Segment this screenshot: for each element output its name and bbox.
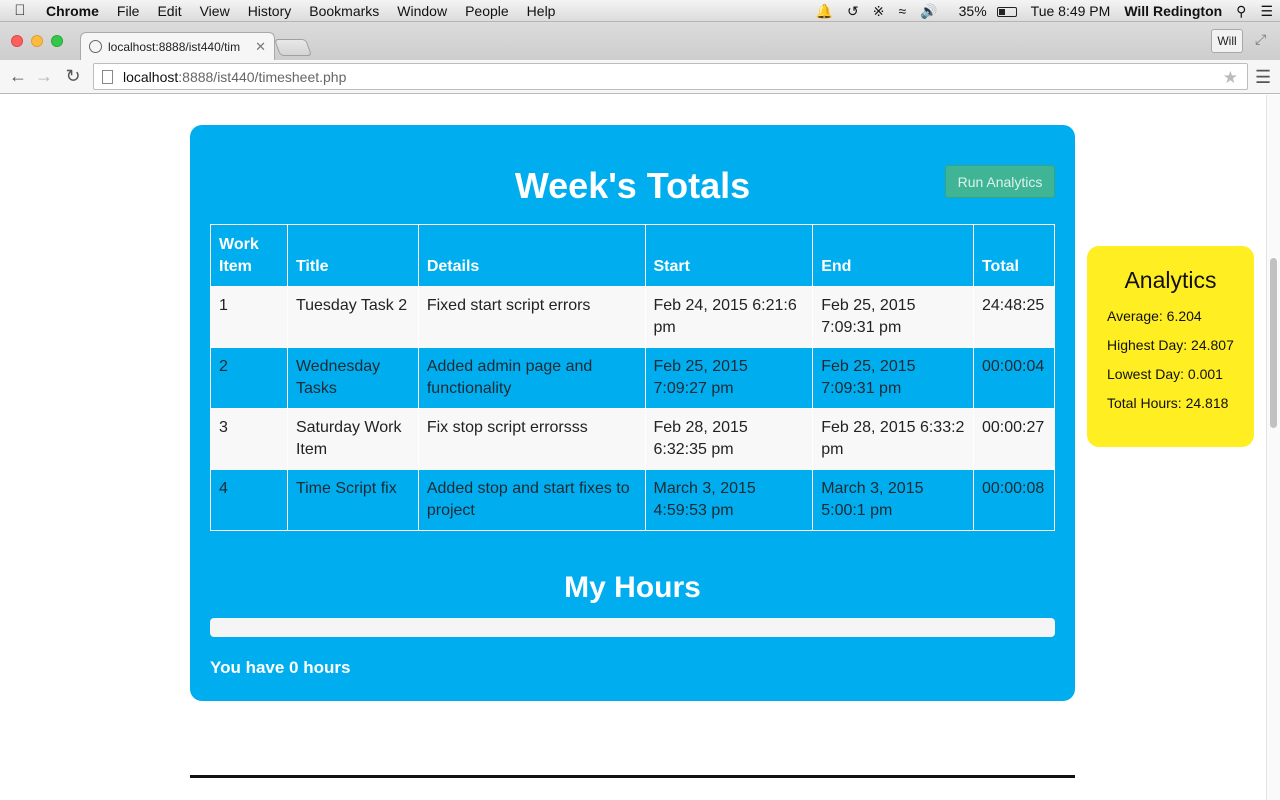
- menu-window[interactable]: Window: [388, 3, 456, 19]
- analytics-average: Average: 6.204: [1107, 308, 1202, 324]
- cell-title: Tuesday Task 2: [286, 286, 419, 348]
- user-name[interactable]: Will Redington: [1117, 3, 1229, 19]
- cell-start: March 3, 2015 4:59:53 pm: [644, 469, 814, 531]
- horizontal-divider: [190, 775, 1075, 778]
- fullscreen-icon[interactable]: ⤢: [1255, 31, 1266, 48]
- cell-title: Time Script fix: [286, 469, 419, 531]
- bluetooth-icon[interactable]: ※: [866, 3, 892, 20]
- cell-title: Wednesday Tasks: [286, 347, 419, 409]
- header-work-item: Work Item: [210, 224, 288, 287]
- analytics-panel: Analytics Average: 6.204 Highest Day: 24…: [1087, 246, 1254, 447]
- url-path: :8888/ist440/timesheet.php: [178, 68, 347, 85]
- cell-total: 00:00:27: [972, 408, 1056, 470]
- battery-status[interactable]: 35%: [945, 3, 1024, 19]
- menu-app-chrome[interactable]: Chrome: [40, 3, 108, 19]
- loading-icon: [89, 40, 102, 53]
- profile-button[interactable]: Will: [1211, 29, 1243, 53]
- table-row: 4 Time Script fix Added stop and start f…: [210, 469, 1056, 531]
- zoom-window-button[interactable]: [51, 35, 63, 47]
- spotlight-search-icon[interactable]: ⚲: [1229, 3, 1253, 20]
- close-tab-icon[interactable]: ✕: [255, 39, 266, 55]
- reload-icon[interactable]: ↻: [63, 66, 83, 87]
- browser-tab[interactable]: localhost:8888/ist440/tim ✕: [80, 32, 275, 60]
- header-title: Title: [286, 224, 419, 287]
- menu-edit[interactable]: Edit: [148, 3, 190, 19]
- menu-extras: 🔔 ↺ ※ ≈ 🔊 35% Tue 8:49 PM Will Redington…: [809, 0, 1280, 22]
- cell-total: 00:00:08: [972, 469, 1056, 531]
- new-tab-button[interactable]: [273, 39, 313, 56]
- menu-file[interactable]: File: [108, 3, 149, 19]
- battery-percent: 35%: [958, 3, 987, 19]
- browser-tab-strip: localhost:8888/ist440/tim ✕: [0, 22, 1280, 60]
- analytics-lowest-day: Lowest Day: 0.001: [1107, 366, 1223, 382]
- page-title: Week's Totals: [514, 165, 751, 206]
- back-arrow-icon[interactable]: ←: [8, 66, 28, 87]
- clock[interactable]: Tue 8:49 PM: [1024, 3, 1118, 19]
- cell-details: Added stop and start fixes to project: [417, 469, 646, 531]
- cell-end: Feb 25, 2015 7:09:31 pm: [812, 286, 974, 348]
- cell-start: Feb 24, 2015 6:21:6 pm: [644, 286, 814, 348]
- table-header-row: Work Item Title Details Start End Total: [210, 224, 1056, 287]
- page-icon: [102, 69, 113, 84]
- browser-toolbar: ← → ↻ localhost:8888/ist440/timesheet.ph…: [0, 60, 1280, 94]
- menu-history[interactable]: History: [239, 3, 301, 19]
- cell-end: Feb 25, 2015 7:09:31 pm: [812, 347, 974, 409]
- menu-bookmarks[interactable]: Bookmarks: [300, 3, 388, 19]
- page-scrollbar[interactable]: [1266, 95, 1280, 800]
- analytics-total-hours: Total Hours: 24.818: [1107, 395, 1229, 411]
- cell-details: Added admin page and functionality: [417, 347, 646, 409]
- run-analytics-button[interactable]: Run Analytics: [945, 165, 1055, 198]
- cell-work-item: 1: [210, 286, 288, 348]
- notification-icon[interactable]: 🔔: [809, 3, 840, 20]
- minimize-window-button[interactable]: [31, 35, 43, 47]
- table-row: 3 Saturday Work Item Fix stop script err…: [210, 408, 1056, 470]
- cell-start: Feb 28, 2015 6:32:35 pm: [644, 408, 814, 470]
- macos-menu-bar:  Chrome File Edit View History Bookmark…: [0, 0, 1280, 22]
- cell-work-item: 4: [210, 469, 288, 531]
- cell-end: March 3, 2015 5:00:1 pm: [812, 469, 974, 531]
- wifi-icon[interactable]: ≈: [892, 3, 914, 19]
- table-row: 2 Wednesday Tasks Added admin page and f…: [210, 347, 1056, 409]
- my-hours-heading: My Hours: [564, 571, 701, 604]
- address-bar[interactable]: localhost:8888/ist440/timesheet.php ★: [93, 63, 1248, 90]
- battery-icon: [996, 7, 1017, 18]
- header-total: Total: [972, 224, 1056, 287]
- timesheet-table: Work Item Title Details Start End Total …: [210, 224, 1056, 531]
- url-host: localhost: [123, 68, 179, 85]
- header-start: Start: [644, 224, 814, 287]
- bookmark-star-icon[interactable]: ★: [1223, 68, 1238, 88]
- apple-icon[interactable]: : [0, 2, 40, 19]
- tab-title: localhost:8888/ist440/tim: [108, 39, 241, 54]
- cell-work-item: 3: [210, 408, 288, 470]
- analytics-highest-day: Highest Day: 24.807: [1107, 337, 1234, 353]
- menu-view[interactable]: View: [191, 3, 239, 19]
- hours-summary: You have 0 hours: [210, 658, 351, 677]
- cell-total: 24:48:25: [972, 286, 1056, 348]
- volume-icon[interactable]: 🔊: [913, 3, 944, 20]
- scrollbar-thumb[interactable]: [1270, 258, 1277, 428]
- header-details: Details: [417, 224, 646, 287]
- cell-work-item: 2: [210, 347, 288, 409]
- cell-title: Saturday Work Item: [286, 408, 419, 470]
- forward-arrow-icon[interactable]: →: [34, 66, 54, 87]
- menu-people[interactable]: People: [456, 3, 518, 19]
- cell-details: Fixed start script errors: [417, 286, 646, 348]
- notification-center-icon[interactable]: ☰: [1253, 3, 1280, 20]
- hours-progress-bar: [210, 618, 1055, 637]
- cell-total: 00:00:04: [972, 347, 1056, 409]
- close-window-button[interactable]: [11, 35, 23, 47]
- time-machine-icon[interactable]: ↺: [840, 3, 866, 20]
- table-row: 1 Tuesday Task 2 Fixed start script erro…: [210, 286, 1056, 348]
- cell-details: Fix stop script errorsss: [417, 408, 646, 470]
- menu-help[interactable]: Help: [518, 3, 565, 19]
- analytics-title: Analytics: [1124, 267, 1217, 293]
- cell-end: Feb 28, 2015 6:33:2 pm: [812, 408, 974, 470]
- chrome-menu-icon[interactable]: ☰: [1255, 67, 1271, 88]
- header-end: End: [812, 224, 974, 287]
- cell-start: Feb 25, 2015 7:09:27 pm: [644, 347, 814, 409]
- weeks-totals-panel: Week's Totals Run Analytics Work Item Ti…: [190, 125, 1075, 701]
